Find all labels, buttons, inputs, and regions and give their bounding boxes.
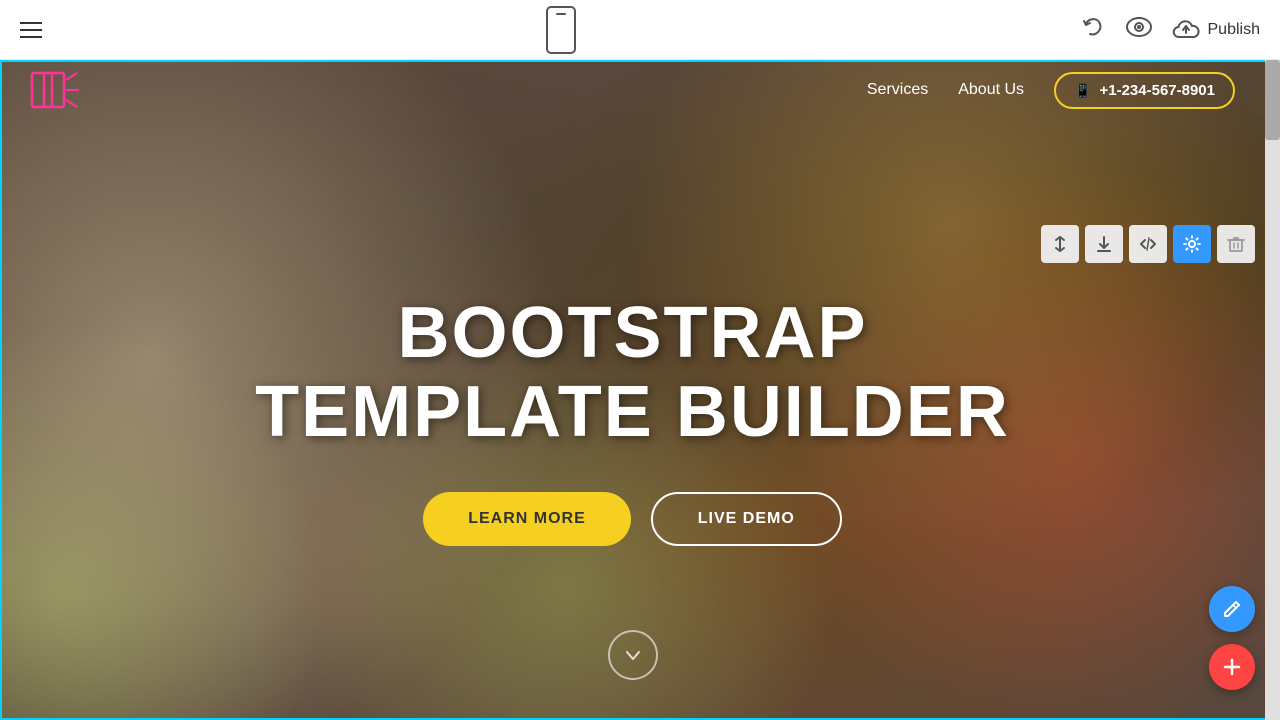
selection-border-left bbox=[0, 60, 2, 720]
nav-phone-number: +1-234-567-8901 bbox=[1099, 82, 1215, 99]
site-logo[interactable] bbox=[30, 65, 80, 115]
gear-icon bbox=[1183, 235, 1201, 253]
website-preview: Services About Us 📱 +1-234-567-8901 BOOT… bbox=[0, 60, 1265, 720]
fab-add-button[interactable] bbox=[1209, 644, 1255, 690]
main-toolbar: Publish bbox=[0, 0, 1280, 60]
settings-block-button[interactable] bbox=[1173, 225, 1211, 263]
move-icon bbox=[1051, 235, 1069, 253]
hero-buttons: LEARN MORE LIVE DEMO bbox=[255, 492, 1010, 546]
publish-button[interactable]: Publish bbox=[1172, 19, 1260, 41]
nav-links: Services About Us 📱 +1-234-567-8901 bbox=[867, 72, 1235, 109]
learn-more-button[interactable]: LEARN MORE bbox=[423, 492, 631, 546]
fab-container bbox=[1209, 586, 1255, 690]
scroll-down-button[interactable] bbox=[608, 630, 658, 680]
delete-block-button[interactable] bbox=[1217, 225, 1255, 263]
hero-section: Services About Us 📱 +1-234-567-8901 BOOT… bbox=[0, 60, 1265, 720]
nav-about-us[interactable]: About Us bbox=[958, 81, 1024, 99]
nav-phone-button[interactable]: 📱 +1-234-567-8901 bbox=[1054, 72, 1235, 109]
download-block-button[interactable] bbox=[1085, 225, 1123, 263]
logo-icon bbox=[30, 65, 80, 115]
preview-button[interactable] bbox=[1126, 17, 1152, 43]
menu-button[interactable] bbox=[20, 22, 42, 38]
mobile-preview-button[interactable] bbox=[546, 6, 576, 54]
code-block-button[interactable] bbox=[1129, 225, 1167, 263]
toolbar-right: Publish bbox=[1080, 14, 1260, 46]
publish-label: Publish bbox=[1208, 21, 1260, 39]
undo-button[interactable] bbox=[1080, 14, 1106, 46]
hero-title: BOOTSTRAP TEMPLATE BUILDER bbox=[255, 294, 1010, 452]
fab-edit-button[interactable] bbox=[1209, 586, 1255, 632]
plus-icon bbox=[1222, 657, 1242, 677]
chevron-down-icon bbox=[624, 646, 642, 664]
selection-border-top bbox=[0, 60, 1265, 62]
trash-icon bbox=[1227, 235, 1245, 253]
block-toolbar bbox=[1041, 225, 1255, 263]
cloud-icon bbox=[1172, 19, 1200, 41]
live-demo-button[interactable]: LIVE DEMO bbox=[651, 492, 842, 546]
main-content: Services About Us 📱 +1-234-567-8901 BOOT… bbox=[0, 60, 1280, 720]
download-icon bbox=[1095, 235, 1113, 253]
toolbar-left bbox=[20, 22, 42, 38]
phone-icon: 📱 bbox=[1074, 82, 1091, 99]
hero-title-line2: TEMPLATE BUILDER bbox=[255, 372, 1010, 452]
toolbar-center bbox=[546, 6, 576, 54]
site-navigation: Services About Us 📱 +1-234-567-8901 bbox=[0, 60, 1265, 120]
hero-content: BOOTSTRAP TEMPLATE BUILDER LEARN MORE LI… bbox=[255, 234, 1010, 546]
code-icon bbox=[1139, 235, 1157, 253]
pencil-icon bbox=[1222, 599, 1242, 619]
nav-services[interactable]: Services bbox=[867, 81, 928, 99]
hero-title-line1: BOOTSTRAP bbox=[397, 293, 867, 373]
move-block-button[interactable] bbox=[1041, 225, 1079, 263]
